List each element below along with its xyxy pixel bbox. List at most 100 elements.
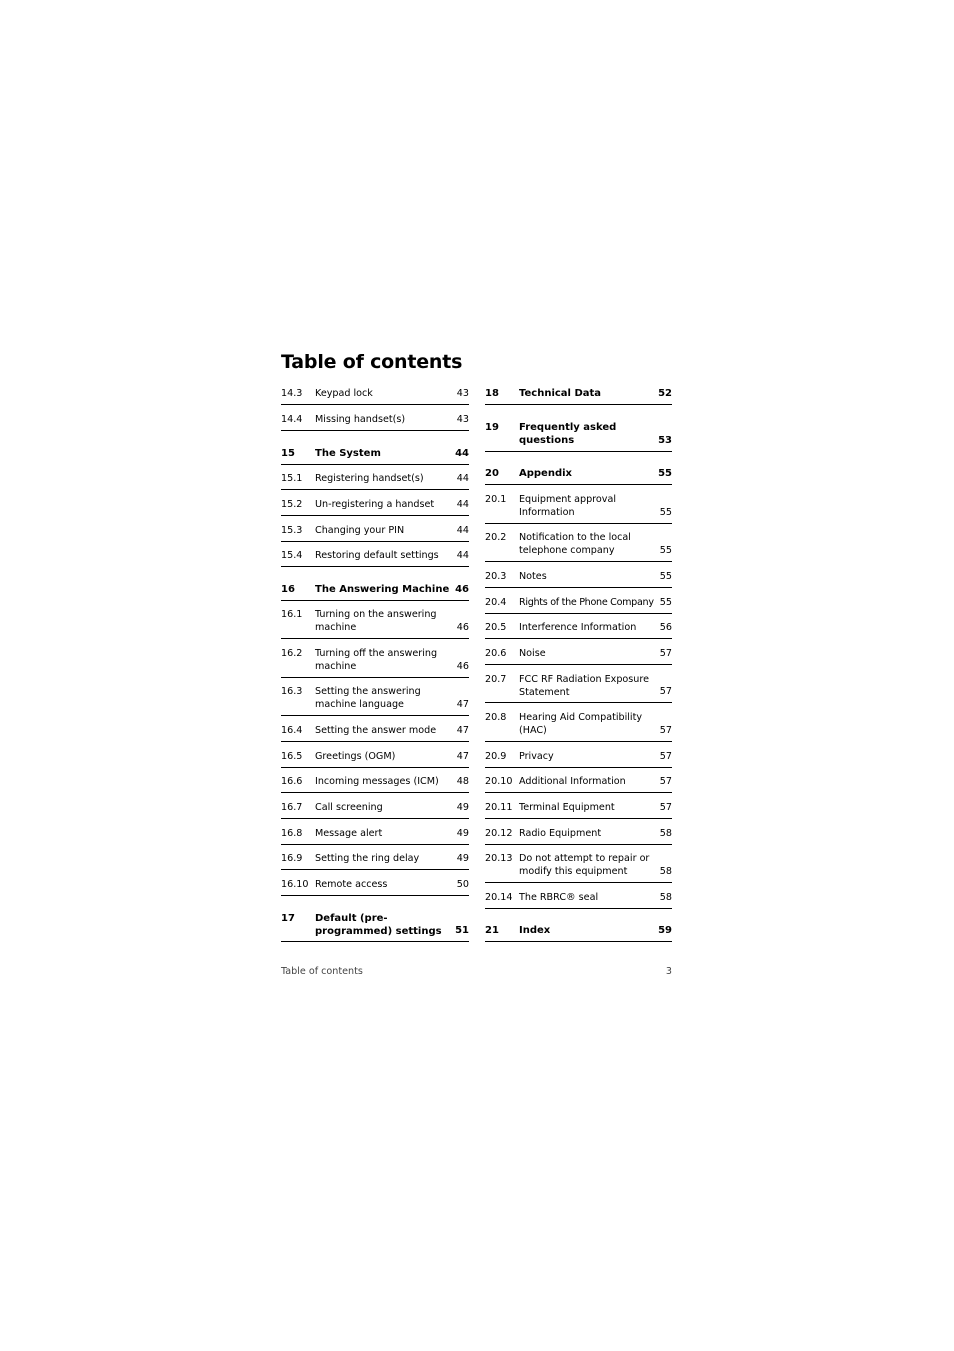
toc-entry[interactable]: 20.7 FCC RF Radiation Exposure Statement… xyxy=(485,665,672,703)
toc-entry[interactable]: 16.2 Turning off the answering machine 4… xyxy=(281,639,469,678)
entry-page: 59 xyxy=(658,925,672,936)
toc-entry[interactable]: 20.11 Terminal Equipment 57 xyxy=(485,793,672,819)
entry-title: Un-registering a handset xyxy=(315,499,435,510)
toc-entry[interactable]: 14.3 Keypad lock 43 xyxy=(281,383,469,405)
toc-entry[interactable]: 15.2 Un-registering a handset 44 xyxy=(281,490,469,516)
entry-number: 20.11 xyxy=(485,802,513,813)
toc-entry[interactable]: 15.3 Changing your PIN 44 xyxy=(281,516,469,542)
entry-page: 57 xyxy=(659,648,672,659)
entry-page: 52 xyxy=(658,388,672,399)
entry-number: 16 xyxy=(281,584,295,595)
toc-chapter[interactable]: 21 Index 59 xyxy=(485,909,672,942)
entry-title: Equipment approval Information xyxy=(519,494,617,518)
entry-page: 55 xyxy=(659,571,672,582)
entry-page: 49 xyxy=(456,828,469,839)
toc-entry[interactable]: 20.1 Equipment approval Information 55 xyxy=(485,485,672,524)
entry-title: Radio Equipment xyxy=(519,828,602,839)
entry-number: 16.9 xyxy=(281,853,303,864)
entry-number: 16.3 xyxy=(281,686,303,697)
entry-page: 44 xyxy=(456,473,469,484)
entry-title: Hearing Aid Compatibility (HAC) xyxy=(519,712,643,736)
toc-entry[interactable]: 16.5 Greetings (OGM) 47 xyxy=(281,742,469,768)
entry-number: 15.2 xyxy=(281,499,303,510)
toc-chapter[interactable]: 15 The System 44 xyxy=(281,431,469,465)
entry-page: 53 xyxy=(658,435,672,446)
toc-entry[interactable]: 16.6 Incoming messages (ICM) 48 xyxy=(281,768,469,793)
entry-title: Terminal Equipment xyxy=(519,802,615,813)
entry-number: 17 xyxy=(281,913,295,924)
entry-number: 20.5 xyxy=(485,622,507,633)
toc-entry[interactable]: 16.7 Call screening 49 xyxy=(281,793,469,819)
entry-page: 47 xyxy=(456,751,469,762)
entry-title: Notes xyxy=(519,571,547,582)
toc-chapter[interactable]: 16 The Answering Machine 46 xyxy=(281,567,469,601)
toc-entry[interactable]: 20.13 Do not attempt to repair or modify… xyxy=(485,845,672,883)
entry-number: 20.13 xyxy=(485,853,513,864)
entry-page: 43 xyxy=(456,414,469,425)
entry-page: 55 xyxy=(658,468,672,479)
entry-title: Keypad lock xyxy=(315,388,373,399)
entry-title: Incoming messages (ICM) xyxy=(315,776,439,787)
entry-title: Default (pre-programmed) settings xyxy=(315,913,442,937)
entry-number: 15 xyxy=(281,448,295,459)
toc-entry[interactable]: 20.14 The RBRC® seal 58 xyxy=(485,883,672,909)
entry-page: 58 xyxy=(659,866,672,877)
entry-number: 15.1 xyxy=(281,473,303,484)
entry-title: Setting the ring delay xyxy=(315,853,420,864)
toc-entry[interactable]: 16.9 Setting the ring delay 49 xyxy=(281,845,469,870)
entry-title: Rights of the Phone Company xyxy=(519,597,654,608)
entry-title: Noise xyxy=(519,648,546,659)
entry-title: Turning off the answering machine xyxy=(315,648,438,672)
toc-right-column: 18 Technical Data 52 19 Frequently asked… xyxy=(485,383,672,942)
toc-left-column: 14.3 Keypad lock 43 14.4 Missing handset… xyxy=(281,383,469,942)
toc-entry[interactable]: 20.5 Interference Information 56 xyxy=(485,614,672,639)
toc-entry[interactable]: 20.3 Notes 55 xyxy=(485,562,672,588)
toc-entry[interactable]: 20.4 Rights of the Phone Company 55 xyxy=(485,588,672,614)
toc-chapter[interactable]: 17 Default (pre-programmed) settings 51 xyxy=(281,896,469,942)
entry-title: Remote access xyxy=(315,879,388,890)
entry-number: 20.10 xyxy=(485,776,513,787)
entry-number: 16.5 xyxy=(281,751,303,762)
toc-entry[interactable]: 16.3 Setting the answering machine langu… xyxy=(281,678,469,716)
toc-entry[interactable]: 14.4 Missing handset(s) 43 xyxy=(281,405,469,431)
toc-entry[interactable]: 16.1 Turning on the answering machine 46 xyxy=(281,601,469,639)
toc-chapter[interactable]: 19 Frequently asked questions 53 xyxy=(485,405,672,452)
entry-number: 21 xyxy=(485,925,499,936)
entry-page: 57 xyxy=(659,686,672,697)
entry-page: 55 xyxy=(659,597,672,608)
entry-title: Interference Information xyxy=(519,622,637,633)
entry-title: FCC RF Radiation Exposure Statement xyxy=(519,674,650,698)
entry-page: 44 xyxy=(456,525,469,536)
toc-chapter[interactable]: 18 Technical Data 52 xyxy=(485,383,672,405)
toc-entry[interactable]: 20.6 Noise 57 xyxy=(485,639,672,665)
entry-title: Technical Data xyxy=(519,388,602,399)
entry-number: 16.2 xyxy=(281,648,303,659)
entry-title: Call screening xyxy=(315,802,383,813)
entry-number: 18 xyxy=(485,388,499,399)
toc-entry[interactable]: 20.9 Privacy 57 xyxy=(485,742,672,768)
entry-number: 20.3 xyxy=(485,571,507,582)
entry-title: Privacy xyxy=(519,751,554,762)
entry-page: 55 xyxy=(659,545,672,556)
toc-entry[interactable]: 16.10 Remote access 50 xyxy=(281,870,469,896)
toc-entry[interactable]: 20.8 Hearing Aid Compatibility (HAC) 57 xyxy=(485,703,672,742)
entry-title: Turning on the answering machine xyxy=(315,609,437,633)
toc-entry[interactable]: 15.1 Registering handset(s) 44 xyxy=(281,465,469,490)
entry-page: 57 xyxy=(659,776,672,787)
toc-entry[interactable]: 16.8 Message alert 49 xyxy=(281,819,469,845)
entry-page: 44 xyxy=(456,550,469,561)
entry-title: Notification to the local telephone comp… xyxy=(519,532,631,556)
toc-chapter[interactable]: 20 Appendix 55 xyxy=(485,452,672,485)
entry-number: 14.4 xyxy=(281,414,303,425)
entry-page: 44 xyxy=(455,448,469,459)
entry-page: 46 xyxy=(456,622,469,633)
entry-number: 16.8 xyxy=(281,828,303,839)
toc-entry[interactable]: 20.12 Radio Equipment 58 xyxy=(485,819,672,845)
entry-title: Restoring default settings xyxy=(315,550,439,561)
toc-entry[interactable]: 16.4 Setting the answer mode 47 xyxy=(281,716,469,742)
entry-title: Message alert xyxy=(315,828,383,839)
entry-page: 43 xyxy=(456,388,469,399)
toc-entry[interactable]: 20.2 Notification to the local telephone… xyxy=(485,524,672,562)
toc-entry[interactable]: 20.10 Additional Information 57 xyxy=(485,768,672,793)
toc-entry[interactable]: 15.4 Restoring default settings 44 xyxy=(281,542,469,567)
